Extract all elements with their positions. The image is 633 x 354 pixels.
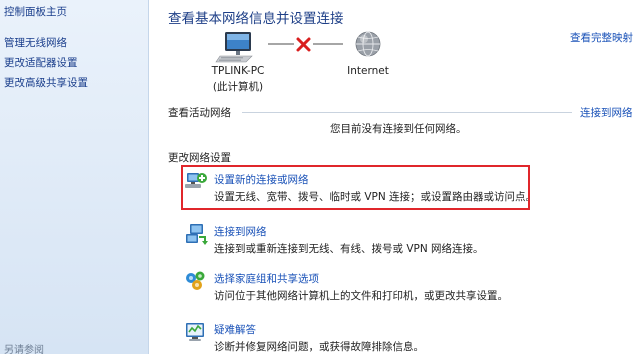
sidebar-item-advanced-sharing[interactable]: 更改高级共享设置 <box>4 75 88 90</box>
active-networks-heading: 查看活动网络 <box>168 107 231 119</box>
internet-globe-icon[interactable] <box>355 31 381 57</box>
computer-icon[interactable] <box>215 32 253 63</box>
troubleshoot-desc: 诊断并修复网络问题，或获得故障排除信息。 <box>214 341 424 353</box>
connect-to-network-link[interactable]: 连接到网络 <box>580 105 633 120</box>
troubleshoot-icon[interactable] <box>184 320 208 344</box>
connect-network-desc: 连接到或重新连接到无线、有线、拨号或 VPN 网络连接。 <box>214 243 484 255</box>
internet-label: Internet <box>347 65 389 77</box>
sidebar-item-manage-wireless[interactable]: 管理无线网络 <box>4 35 67 50</box>
sidebar-item-control-panel-home[interactable]: 控制面板主页 <box>4 4 67 19</box>
see-also-label: 另请参阅 <box>4 345 44 354</box>
sidebar-item-adapter-settings[interactable]: 更改适配器设置 <box>4 55 78 70</box>
troubleshoot-link[interactable]: 疑难解答 <box>214 322 256 337</box>
computer-sub-label: (此计算机) <box>212 81 264 93</box>
no-connection-status: 您目前没有连接到任何网络。 <box>330 123 467 135</box>
change-settings-heading: 更改网络设置 <box>168 152 231 164</box>
computer-name-label: TPLINK-PC <box>211 65 265 77</box>
network-map: TPLINK-PC (此计算机) Internet <box>150 28 633 98</box>
active-networks-divider <box>242 112 572 113</box>
task-homegroup-sharing: 选择家庭组和共享选项 访问位于其他网络计算机上的文件和打印机，或更改共享设置。 <box>184 269 544 309</box>
homegroup-sharing-link[interactable]: 选择家庭组和共享选项 <box>214 271 319 286</box>
connect-network-link[interactable]: 连接到网络 <box>214 224 267 239</box>
homegroup-sharing-desc: 访问位于其他网络计算机上的文件和打印机，或更改共享设置。 <box>214 290 508 302</box>
connect-network-icon[interactable] <box>184 222 208 246</box>
homegroup-icon[interactable] <box>184 269 208 293</box>
task-connect-network: 连接到网络 连接到或重新连接到无线、有线、拨号或 VPN 网络连接。 <box>184 222 544 262</box>
page-title: 查看基本网络信息并设置连接 <box>168 11 344 27</box>
highlight-box <box>181 165 530 210</box>
main-content: 查看基本网络信息并设置连接 查看完整映射 TPLINK-PC (此计算机) In… <box>150 0 633 354</box>
disconnected-x-icon <box>296 37 311 52</box>
sidebar: 控制面板主页 管理无线网络 更改适配器设置 更改高级共享设置 另请参阅 <box>0 0 149 354</box>
task-troubleshoot: 疑难解答 诊断并修复网络问题，或获得故障排除信息。 <box>184 320 544 354</box>
